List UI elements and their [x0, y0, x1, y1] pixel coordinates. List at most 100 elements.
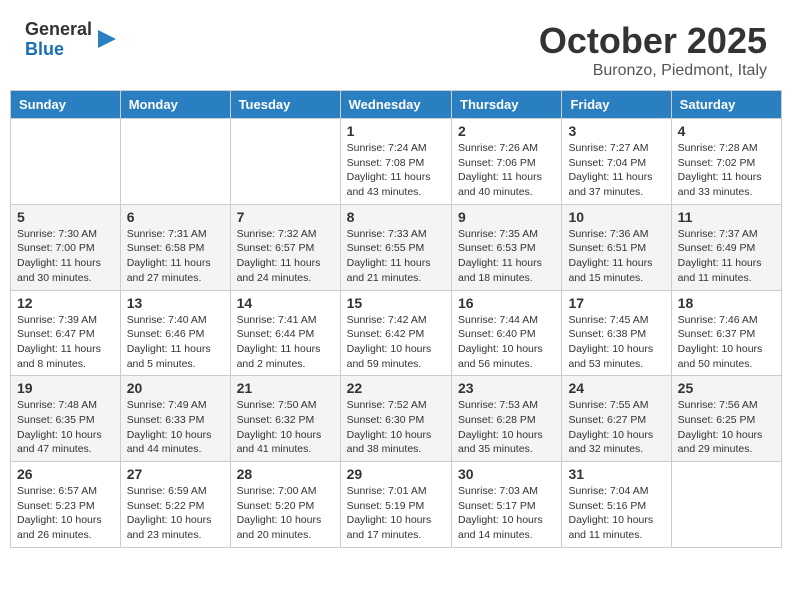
calendar-cell: 3 Sunrise: 7:27 AM Sunset: 7:04 PM Daylig… [562, 119, 671, 205]
week-row-5: 26 Sunrise: 6:57 AM Sunset: 5:23 PM Dayli… [11, 462, 782, 548]
day-number: 18 [678, 295, 775, 311]
day-number: 31 [568, 466, 664, 482]
calendar-cell: 11 Sunrise: 7:37 AM Sunset: 6:49 PM Dayli… [671, 204, 781, 290]
calendar-cell: 13 Sunrise: 7:40 AM Sunset: 6:46 PM Dayli… [120, 290, 230, 376]
calendar-cell: 22Sunrise: 7:52 AM Sunset: 6:30 PM Dayli… [340, 376, 451, 462]
weekday-header-friday: Friday [562, 91, 671, 119]
calendar-cell: 12Sunrise: 7:39 AM Sunset: 6:47 PM Dayli… [11, 290, 121, 376]
calendar-cell: 9 Sunrise: 7:35 AM Sunset: 6:53 PM Daylig… [452, 204, 562, 290]
header: General Blue October 2025 Buronzo, Piedm… [10, 10, 782, 85]
day-number: 29 [347, 466, 445, 482]
day-info: Sunrise: 7:00 AM Sunset: 5:20 PM Dayligh… [237, 484, 334, 543]
day-number: 1 [347, 123, 445, 139]
calendar-cell: 15 Sunrise: 7:42 AM Sunset: 6:42 PM Dayli… [340, 290, 451, 376]
calendar-cell: 5 Sunrise: 7:30 AM Sunset: 7:00 PM Daylig… [11, 204, 121, 290]
day-number: 9 [458, 209, 555, 225]
calendar-cell: 7Sunrise: 7:32 AM Sunset: 6:57 PM Daylig… [230, 204, 340, 290]
day-info: Sunrise: 7:45 AM Sunset: 6:38 PM Dayligh… [568, 313, 664, 372]
week-row-1: 1Sunrise: 7:24 AM Sunset: 7:08 PM Daylig… [11, 119, 782, 205]
day-info: Sunrise: 7:42 AM Sunset: 6:42 PM Dayligh… [347, 313, 445, 372]
title-section: October 2025 Buronzo, Piedmont, Italy [539, 20, 767, 80]
day-number: 28 [237, 466, 334, 482]
day-number: 5 [17, 209, 114, 225]
day-info: Sunrise: 7:56 AM Sunset: 6:25 PM Dayligh… [678, 398, 775, 457]
day-number: 21 [237, 380, 334, 396]
day-info: Sunrise: 7:44 AM Sunset: 6:40 PM Dayligh… [458, 313, 555, 372]
day-info: Sunrise: 7:46 AM Sunset: 6:37 PM Dayligh… [678, 313, 775, 372]
logo-arrow-icon [96, 28, 118, 50]
weekday-header-sunday: Sunday [11, 91, 121, 119]
calendar-cell [671, 462, 781, 548]
calendar-cell: 1Sunrise: 7:24 AM Sunset: 7:08 PM Daylig… [340, 119, 451, 205]
weekday-header-thursday: Thursday [452, 91, 562, 119]
calendar-cell: 14Sunrise: 7:41 AM Sunset: 6:44 PM Dayli… [230, 290, 340, 376]
day-number: 26 [17, 466, 114, 482]
day-number: 3 [568, 123, 664, 139]
calendar-cell: 17Sunrise: 7:45 AM Sunset: 6:38 PM Dayli… [562, 290, 671, 376]
calendar-cell: 21Sunrise: 7:50 AM Sunset: 6:32 PM Dayli… [230, 376, 340, 462]
calendar-cell: 31 Sunrise: 7:04 AM Sunset: 5:16 PM Dayli… [562, 462, 671, 548]
calendar-cell: 26 Sunrise: 6:57 AM Sunset: 5:23 PM Dayli… [11, 462, 121, 548]
day-number: 16 [458, 295, 555, 311]
calendar-cell [230, 119, 340, 205]
calendar-cell: 4Sunrise: 7:28 AM Sunset: 7:02 PM Daylig… [671, 119, 781, 205]
calendar-cell: 16 Sunrise: 7:44 AM Sunset: 6:40 PM Dayli… [452, 290, 562, 376]
day-info: Sunrise: 7:53 AM Sunset: 6:28 PM Dayligh… [458, 398, 555, 457]
calendar-cell: 27 Sunrise: 6:59 AM Sunset: 5:22 PM Dayli… [120, 462, 230, 548]
day-number: 2 [458, 123, 555, 139]
calendar-cell: 18 Sunrise: 7:46 AM Sunset: 6:37 PM Dayli… [671, 290, 781, 376]
day-number: 25 [678, 380, 775, 396]
day-info: Sunrise: 7:01 AM Sunset: 5:19 PM Dayligh… [347, 484, 445, 543]
logo-text: General Blue [25, 20, 92, 60]
day-number: 15 [347, 295, 445, 311]
day-info: Sunrise: 7:28 AM Sunset: 7:02 PM Dayligh… [678, 141, 775, 200]
calendar-cell: 6Sunrise: 7:31 AM Sunset: 6:58 PM Daylig… [120, 204, 230, 290]
day-number: 27 [127, 466, 224, 482]
day-info: Sunrise: 7:26 AM Sunset: 7:06 PM Dayligh… [458, 141, 555, 200]
day-info: Sunrise: 7:33 AM Sunset: 6:55 PM Dayligh… [347, 227, 445, 286]
weekday-header-tuesday: Tuesday [230, 91, 340, 119]
day-info: Sunrise: 7:31 AM Sunset: 6:58 PM Dayligh… [127, 227, 224, 286]
weekday-header-saturday: Saturday [671, 91, 781, 119]
calendar-cell: 30Sunrise: 7:03 AM Sunset: 5:17 PM Dayli… [452, 462, 562, 548]
day-info: Sunrise: 7:32 AM Sunset: 6:57 PM Dayligh… [237, 227, 334, 286]
day-number: 23 [458, 380, 555, 396]
calendar-cell: 10 Sunrise: 7:36 AM Sunset: 6:51 PM Dayli… [562, 204, 671, 290]
month-title: October 2025 [539, 20, 767, 62]
day-info: Sunrise: 7:27 AM Sunset: 7:04 PM Dayligh… [568, 141, 664, 200]
calendar-cell: 19Sunrise: 7:48 AM Sunset: 6:35 PM Dayli… [11, 376, 121, 462]
day-number: 10 [568, 209, 664, 225]
day-info: Sunrise: 7:40 AM Sunset: 6:46 PM Dayligh… [127, 313, 224, 372]
day-info: Sunrise: 7:36 AM Sunset: 6:51 PM Dayligh… [568, 227, 664, 286]
calendar-cell: 20 Sunrise: 7:49 AM Sunset: 6:33 PM Dayli… [120, 376, 230, 462]
weekday-header-row: SundayMondayTuesdayWednesdayThursdayFrid… [11, 91, 782, 119]
day-number: 20 [127, 380, 224, 396]
calendar-cell [11, 119, 121, 205]
day-number: 13 [127, 295, 224, 311]
calendar-cell: 28 Sunrise: 7:00 AM Sunset: 5:20 PM Dayli… [230, 462, 340, 548]
logo: General Blue [25, 20, 118, 60]
day-info: Sunrise: 7:52 AM Sunset: 6:30 PM Dayligh… [347, 398, 445, 457]
weekday-header-monday: Monday [120, 91, 230, 119]
day-number: 11 [678, 209, 775, 225]
day-info: Sunrise: 6:57 AM Sunset: 5:23 PM Dayligh… [17, 484, 114, 543]
day-info: Sunrise: 7:37 AM Sunset: 6:49 PM Dayligh… [678, 227, 775, 286]
day-info: Sunrise: 7:41 AM Sunset: 6:44 PM Dayligh… [237, 313, 334, 372]
week-row-2: 5 Sunrise: 7:30 AM Sunset: 7:00 PM Daylig… [11, 204, 782, 290]
day-info: Sunrise: 7:04 AM Sunset: 5:16 PM Dayligh… [568, 484, 664, 543]
calendar-cell [120, 119, 230, 205]
day-info: Sunrise: 6:59 AM Sunset: 5:22 PM Dayligh… [127, 484, 224, 543]
calendar-cell: 29 Sunrise: 7:01 AM Sunset: 5:19 PM Dayli… [340, 462, 451, 548]
calendar-cell: 24Sunrise: 7:55 AM Sunset: 6:27 PM Dayli… [562, 376, 671, 462]
calendar-cell: 8Sunrise: 7:33 AM Sunset: 6:55 PM Daylig… [340, 204, 451, 290]
day-info: Sunrise: 7:35 AM Sunset: 6:53 PM Dayligh… [458, 227, 555, 286]
day-number: 19 [17, 380, 114, 396]
location-subtitle: Buronzo, Piedmont, Italy [539, 62, 767, 80]
day-info: Sunrise: 7:49 AM Sunset: 6:33 PM Dayligh… [127, 398, 224, 457]
day-info: Sunrise: 7:30 AM Sunset: 7:00 PM Dayligh… [17, 227, 114, 286]
calendar-cell: 23 Sunrise: 7:53 AM Sunset: 6:28 PM Dayli… [452, 376, 562, 462]
calendar-cell: 2 Sunrise: 7:26 AM Sunset: 7:06 PM Daylig… [452, 119, 562, 205]
day-info: Sunrise: 7:03 AM Sunset: 5:17 PM Dayligh… [458, 484, 555, 543]
day-number: 12 [17, 295, 114, 311]
calendar-cell: 25 Sunrise: 7:56 AM Sunset: 6:25 PM Dayli… [671, 376, 781, 462]
